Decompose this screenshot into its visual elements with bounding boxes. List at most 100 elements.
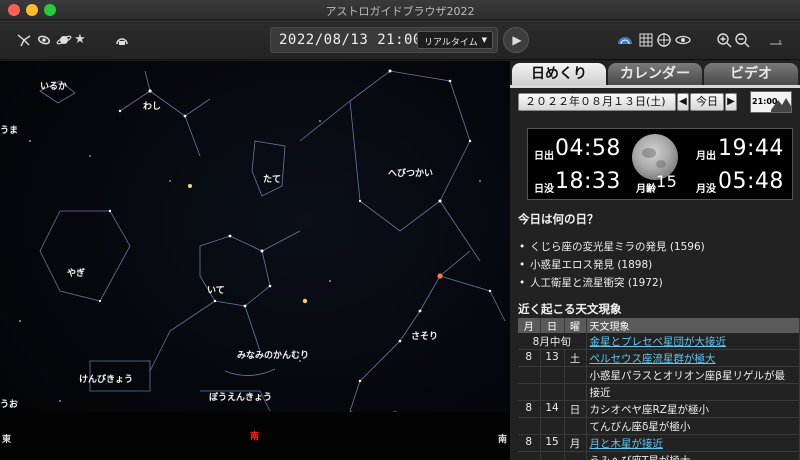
info-panel: 日めくり カレンダー ビデオ ２０２２年０８月１３日(土) ◀ 今日 ▶ 21:… [510, 61, 800, 460]
event-desc[interactable]: 月と木星が接近 [586, 434, 800, 452]
event-weekday: 日 [564, 400, 587, 418]
sun-moon-info: 日出 04:58 日没 18:33 月齢 15 月出 19:44 月没 05:4… [527, 128, 793, 200]
moon-age-label: 月齢 [636, 184, 656, 195]
constellation-lines-icon[interactable] [16, 32, 32, 48]
table-row: 接近 [518, 383, 800, 401]
toolbar: ★ 2022/08/13 21:00:00 リアルタイム ▼ ▶ [0, 20, 800, 60]
tab-daily[interactable]: 日めくり [512, 63, 606, 85]
table-row: 8 15 月 月と木星が接近 [518, 434, 800, 452]
event-month: 8 [518, 400, 541, 418]
event-link[interactable]: 金星とプレセペ星団が大接近 [590, 336, 727, 348]
event-desc: うみへび座T星が極大 [586, 451, 800, 460]
target-icon[interactable] [656, 32, 672, 48]
moonrise-label: 月出 [696, 151, 716, 162]
event-desc[interactable]: ペルセウス座流星群が極大 [586, 349, 800, 367]
chevron-down-icon: ▼ [481, 36, 487, 44]
time-mode-select[interactable]: リアルタイム ▼ [417, 31, 493, 49]
tab-video[interactable]: ビデオ [704, 63, 798, 85]
prev-day-button[interactable]: ◀ [677, 93, 689, 111]
label-scorpius: さそり [411, 332, 439, 342]
telescope-icon[interactable] [114, 32, 130, 48]
grid-icon[interactable] [638, 32, 654, 48]
moon-age-value: 15 [656, 172, 678, 191]
clock-horizon-icon[interactable]: 21:00 [750, 91, 792, 113]
event-day: 15 [540, 434, 565, 452]
events-section-title: 近く起こる天文現象 [518, 302, 622, 316]
col-event: 天文現象 [586, 318, 800, 333]
label-microscopium: けんびきょう [79, 375, 134, 385]
events-header-row: 月 日 曜 天文現象 [518, 318, 800, 333]
label-equuleus: うま [0, 126, 19, 136]
event-desc: カシオペヤ座RZ星が極小 [586, 400, 800, 418]
title-bar: アストロガイドブラウザ2022 [0, 0, 800, 20]
sky-map[interactable]: いるか わし うま たて へびつかい やぎ いて みなみのかんむり さそり けん… [0, 61, 510, 460]
today-list: くじら座の変光星ミラの発見 (1596) 小惑星エロス発見 (1898) 人工衛… [518, 238, 798, 292]
zoom-in-icon[interactable] [716, 32, 732, 48]
table-row: うみへび座T星が極大 [518, 451, 800, 460]
time-mode-label: リアルタイム [424, 38, 478, 48]
direction-south: 南 [250, 432, 260, 442]
event-day: 13 [540, 349, 565, 367]
date-field[interactable]: ２０２２年０８月１３日(土) [518, 93, 676, 111]
moonset-time: 05:48 [718, 169, 784, 194]
event-month: 8 [518, 434, 541, 452]
label-aquila: わし [143, 102, 162, 112]
event-month: 8月中旬 [518, 333, 587, 350]
sunset-time: 18:33 [555, 169, 621, 194]
zoom-out-icon[interactable] [734, 32, 750, 48]
label-telescopium: ぼうえんきょう [209, 393, 273, 403]
event-link[interactable]: 月と木星が接近 [590, 438, 664, 450]
tab-divider [510, 85, 800, 88]
list-item: 人工衛星と流星衝突 (1972) [518, 274, 798, 292]
mountain-icon [771, 98, 791, 112]
direction-south-right: 南 [498, 435, 508, 445]
col-month: 月 [518, 318, 541, 333]
event-link[interactable]: ペルセウス座流星群が極大 [590, 353, 716, 365]
panel-toggle-icon[interactable] [768, 32, 784, 48]
table-row: てんびん座δ星が極小 [518, 417, 800, 435]
event-weekday: 月 [564, 434, 587, 452]
event-desc: てんびん座δ星が極小 [586, 417, 800, 435]
next-day-button[interactable]: ▶ [725, 93, 737, 111]
today-section-title: 今日は何の日？ [518, 212, 599, 226]
label-ophiuchus: へびつかい [388, 169, 434, 179]
chevron-right-icon: ▶ [727, 96, 735, 107]
table-row: 8 13 土 ペルセウス座流星群が極大 [518, 349, 800, 367]
moonrise-time: 19:44 [718, 136, 784, 161]
horizon-view-icon[interactable] [617, 32, 633, 48]
moonset-label: 月没 [696, 184, 716, 195]
play-button[interactable]: ▶ [503, 27, 529, 53]
event-month: 8 [518, 349, 541, 367]
datetime-box[interactable]: 2022/08/13 21:00:00 リアルタイム ▼ [270, 27, 498, 53]
sunrise-label: 日出 [534, 151, 554, 162]
planet-icon[interactable] [56, 32, 72, 48]
star-icon[interactable]: ★ [72, 32, 88, 48]
direction-east: 東 [2, 435, 12, 445]
table-row: 小惑星パラスとオリオン座β星リゲルが最 [518, 366, 800, 384]
event-desc: 小惑星パラスとオリオン座β星リゲルが最 [586, 366, 800, 384]
event-day: 14 [540, 400, 565, 418]
table-row: 8月中旬 金星とプレセペ星団が大接近 [518, 333, 800, 350]
sunset-label: 日没 [534, 184, 554, 195]
tab-calendar[interactable]: カレンダー [608, 63, 702, 85]
label-piscis-austrinus: うお [0, 400, 19, 410]
label-scutum: たて [263, 175, 282, 185]
list-item: くじら座の変光星ミラの発見 (1596) [518, 238, 798, 256]
events-table: 月 日 曜 天文現象 8月中旬 金星とプレセペ星団が大接近 8 13 土 ペルセ… [518, 318, 800, 460]
event-weekday: 土 [564, 349, 587, 367]
galaxy-icon[interactable] [36, 32, 52, 48]
event-desc[interactable]: 金星とプレセペ星団が大接近 [586, 333, 800, 350]
label-delphinus: いるか [40, 82, 68, 92]
window-title: アストロガイドブラウザ2022 [325, 5, 475, 18]
panel-tabs: 日めくり カレンダー ビデオ [510, 61, 800, 86]
today-button[interactable]: 今日 [690, 93, 724, 111]
table-row: 8 14 日 カシオペヤ座RZ星が極小 [518, 400, 800, 418]
sunrise-time: 04:58 [555, 136, 621, 161]
label-capricornus: やぎ [67, 269, 86, 279]
col-weekday: 曜 [564, 318, 587, 333]
play-icon: ▶ [512, 33, 522, 47]
label-sagittarius: いて [207, 286, 225, 296]
orbit-icon[interactable] [675, 32, 691, 48]
label-corona-australis: みなみのかんむり [237, 351, 310, 361]
event-desc: 接近 [586, 383, 800, 401]
